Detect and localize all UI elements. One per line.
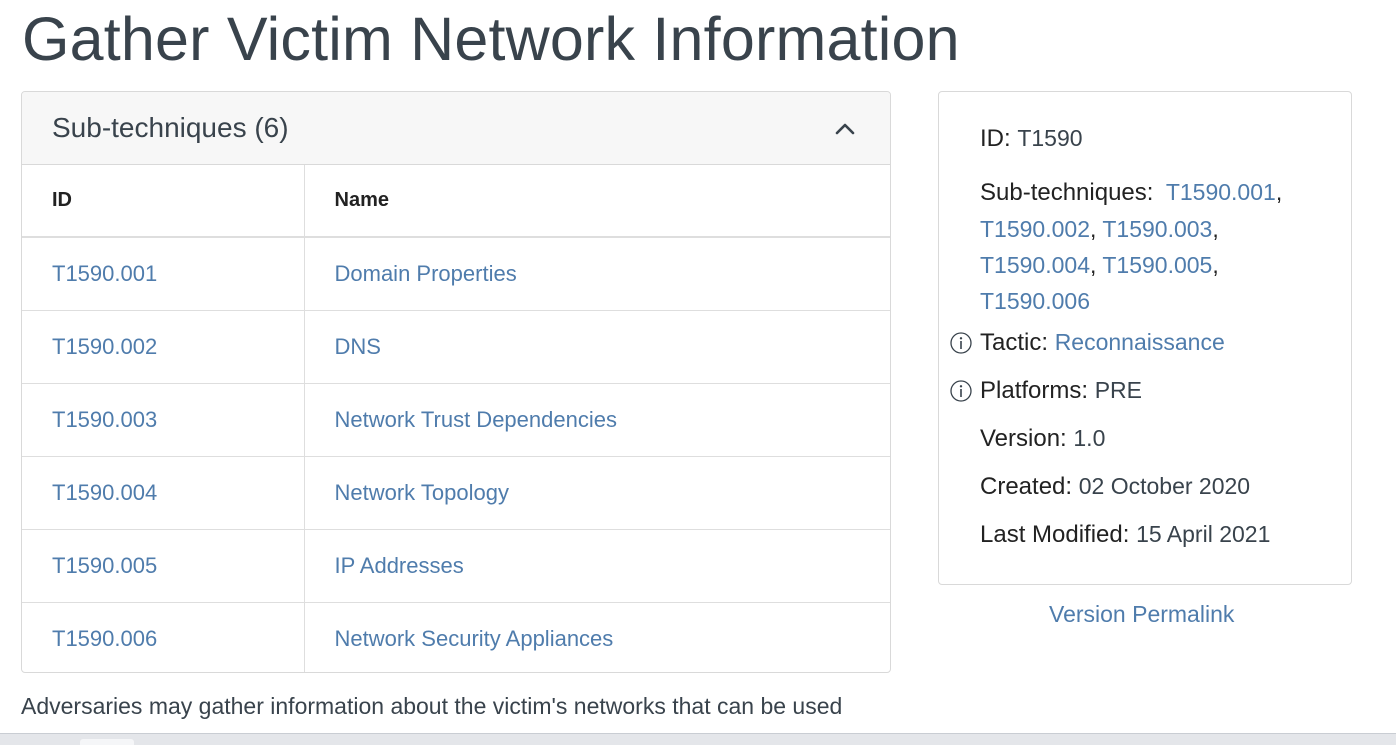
table-cell-name: Network Trust Dependencies [304,382,890,456]
subtechniques-card: Sub-techniques (6) ID Name T1590.001 Dom… [21,91,891,673]
info-circle-icon[interactable] [950,380,972,402]
subtechnique-name-link[interactable]: Network Trust Dependencies [335,407,617,432]
technique-description: Adversaries may gather information about… [21,693,843,719]
version-permalink-link[interactable]: Version Permalink [1049,601,1234,628]
table-header-row: ID Name [22,165,890,238]
platforms-label: Platforms: [980,377,1089,404]
subtechnique-link[interactable]: T1590.002 [980,216,1090,242]
subtechnique-id-link[interactable]: T1590.003 [52,407,157,432]
tactic-label: Tactic: [980,329,1049,356]
bottom-taskbar [0,733,1396,745]
table-cell-id: T1590.003 [22,382,305,456]
subtechnique-name-link[interactable]: DNS [335,334,381,359]
info-created-row: Created: 02 October 2020 [980,473,1250,501]
table-cell-id: T1590.001 [22,237,305,310]
table-row: T1590.001 Domain Properties [22,237,890,310]
id-value: T1590 [1017,125,1083,151]
created-value: 02 October 2020 [1078,473,1251,499]
table-cell-name: DNS [304,309,890,383]
modified-label: Last Modified: [980,521,1130,548]
id-label: ID: [980,125,1011,152]
table-cell-id: T1590.002 [22,309,305,383]
table-row: T1590.003 Network Trust Dependencies [22,382,890,456]
subtechniques-table: ID Name T1590.001 Domain Properties T159… [22,165,890,672]
subtechnique-id-link[interactable]: T1590.001 [52,261,157,286]
subtechnique-link[interactable]: T1590.004 [980,252,1090,278]
subtechnique-name-link[interactable]: IP Addresses [335,553,464,578]
page-title: Gather Victim Network Information [22,5,960,73]
platforms-value: PRE [1094,377,1142,403]
modified-value: 15 April 2021 [1136,521,1271,547]
subtechnique-link[interactable]: T1590.005 [1102,252,1212,278]
subtechnique-id-link[interactable]: T1590.004 [52,480,157,505]
subtechnique-id-link[interactable]: T1590.002 [52,334,157,359]
version-label: Version: [980,425,1067,452]
subtechniques-title: Sub-techniques (6) [52,112,289,143]
subtechnique-name-link[interactable]: Network Security Appliances [335,626,614,651]
table-row: T1590.005 IP Addresses [22,528,890,602]
version-value: 1.0 [1073,425,1106,451]
column-header-name: Name [304,165,890,238]
table-cell-id: T1590.005 [22,528,305,602]
technique-info-card: ID: T1590 Sub-techniques: T1590.001, T15… [938,91,1352,585]
subtechnique-link[interactable]: T1590.006 [980,288,1090,314]
subtechniques-label: Sub-techniques: [980,179,1154,206]
info-tactic-row: Tactic: Reconnaissance [980,329,1225,357]
created-label: Created: [980,473,1073,500]
table-row: T1590.006 Network Security Appliances [22,601,890,672]
subtechnique-link[interactable]: T1590.001 [1166,179,1276,205]
info-platforms-row: Platforms: PRE [980,377,1142,405]
tactic-link[interactable]: Reconnaissance [1055,329,1225,355]
table-row: T1590.002 DNS [22,309,890,383]
taskbar-tab[interactable] [80,739,134,745]
chevron-up-icon[interactable] [834,118,856,140]
subtechnique-name-link[interactable]: Network Topology [335,480,509,505]
table-cell-name: Network Topology [304,455,890,529]
table-cell-id: T1590.004 [22,455,305,529]
table-cell-id: T1590.006 [22,601,305,672]
table-cell-name: IP Addresses [304,528,890,602]
info-circle-icon[interactable] [950,332,972,354]
info-subtechniques-row: Sub-techniques: T1590.001, T1590.002, T1… [980,179,1283,314]
subtechnique-link[interactable]: T1590.003 [1102,216,1212,242]
table-cell-name: Domain Properties [304,237,890,310]
column-header-id: ID [22,165,305,238]
subtechnique-id-link[interactable]: T1590.005 [52,553,157,578]
subtechnique-id-link[interactable]: T1590.006 [52,626,157,651]
subtechnique-name-link[interactable]: Domain Properties [335,261,517,286]
subtechniques-header[interactable]: Sub-techniques (6) [22,92,890,165]
info-modified-row: Last Modified: 15 April 2021 [980,521,1270,549]
table-row: T1590.004 Network Topology [22,455,890,529]
table-cell-name: Network Security Appliances [304,601,890,672]
info-id-row: ID: T1590 [980,125,1083,153]
info-version-row: Version: 1.0 [980,425,1105,453]
